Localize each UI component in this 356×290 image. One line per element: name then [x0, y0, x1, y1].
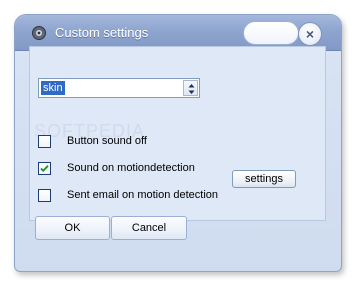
ok-button[interactable]: OK	[35, 216, 110, 240]
close-icon: ×	[305, 26, 315, 42]
checkmark-icon	[40, 164, 49, 172]
option-sent-email-on-motion-detection[interactable]: Sent email on motion detection	[38, 187, 218, 203]
window-title: Custom settings	[55, 25, 149, 40]
close-button[interactable]: ×	[298, 22, 322, 46]
skin-select-value: skin	[41, 81, 65, 95]
option-button-sound-off[interactable]: Button sound off	[38, 133, 147, 149]
option-label: Sound on motiondetection	[67, 162, 195, 174]
up-down-arrow-icon	[188, 84, 195, 94]
checkbox-sound-on-motiondetection[interactable]	[38, 161, 51, 175]
cancel-button[interactable]: Cancel	[111, 216, 187, 240]
skin-spinner[interactable]	[183, 80, 198, 96]
checkbox-button-sound-off[interactable]	[38, 134, 51, 148]
option-sound-on-motiondetection[interactable]: Sound on motiondetection	[38, 160, 195, 176]
settings-button[interactable]: settings	[232, 170, 296, 188]
option-label: Sent email on motion detection	[67, 189, 219, 201]
webcam-icon	[32, 26, 46, 40]
skin-select[interactable]: skin	[38, 78, 200, 98]
title-bar-pill	[243, 21, 299, 45]
checkbox-sent-email-on-motion-detection[interactable]	[38, 188, 51, 202]
option-label: Button sound off	[67, 135, 147, 147]
